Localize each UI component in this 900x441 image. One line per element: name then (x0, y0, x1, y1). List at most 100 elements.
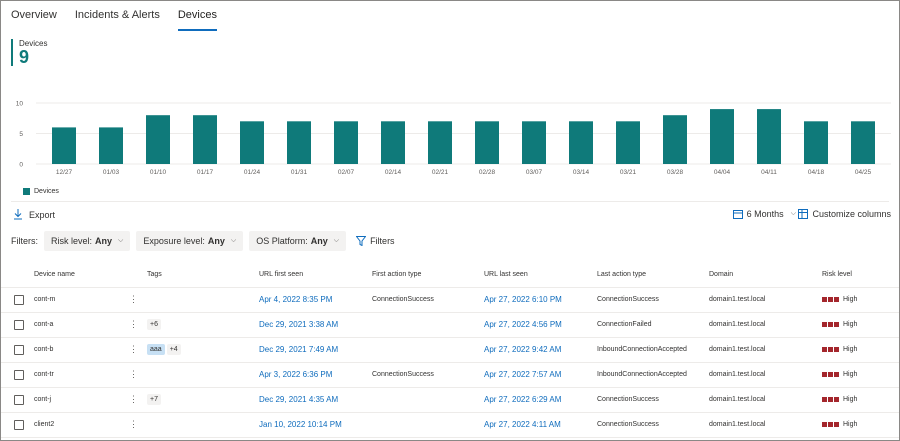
chip-value: Any (207, 236, 225, 246)
header-last-action-type[interactable]: Last action type (597, 263, 709, 288)
bar[interactable] (475, 121, 499, 164)
url-last-seen-link[interactable]: Apr 27, 2022 7:57 AM (484, 370, 561, 379)
row-checkbox[interactable] (14, 319, 24, 330)
device-name[interactable]: cont-tr (34, 371, 54, 378)
device-name[interactable]: cont-m (34, 296, 55, 303)
url-first-seen-cell: Dec 29, 2021 7:49 AM (259, 337, 372, 363)
url-last-seen-link[interactable]: Apr 27, 2022 6:29 AM (484, 395, 561, 404)
filter-chip-os-platform[interactable]: OS Platform: Any ⌵ (249, 231, 347, 251)
url-first-seen-link[interactable]: Dec 29, 2021 7:49 AM (259, 345, 338, 354)
more-actions-icon[interactable]: ⋮ (129, 419, 138, 429)
divider (11, 201, 889, 202)
last-action-type-cell: ConnectionFailed (597, 312, 709, 338)
table-row[interactable]: cont-tr ⋮ Apr 3, 2022 6:36 PM ConnectionSuc… (1, 362, 899, 388)
x-tick-label: 03/28 (667, 169, 684, 176)
more-actions-icon[interactable]: ⋮ (129, 294, 138, 304)
device-name-cell: cont-a (34, 312, 129, 338)
risk-bars-icon (822, 321, 839, 327)
url-first-seen-link[interactable]: Apr 3, 2022 6:36 PM (259, 370, 332, 379)
url-last-seen-link[interactable]: Apr 27, 2022 9:42 AM (484, 345, 561, 354)
filters-button[interactable]: Filters (356, 236, 395, 246)
bar[interactable] (804, 121, 828, 164)
bar[interactable] (99, 127, 123, 164)
table-row[interactable]: cont-b ⋮ aaa +4 Dec 29, 2021 7:49 AM Apr 27, … (1, 337, 899, 363)
url-first-seen-link[interactable]: Apr 4, 2022 8:35 PM (259, 295, 332, 304)
export-button[interactable]: Export (13, 209, 55, 220)
header-url-first-seen[interactable]: URL first seen (259, 263, 372, 288)
header-device-name[interactable]: Device name (34, 263, 129, 288)
table-row[interactable]: cont-j ⋮ +7 Dec 29, 2021 4:35 AM Apr 27, 202… (1, 387, 899, 413)
columns-icon (798, 209, 809, 219)
y-tick-label: 5 (19, 131, 23, 138)
bar[interactable] (757, 109, 781, 164)
tag-chip[interactable]: +4 (166, 344, 181, 355)
filter-chip-exposure-level[interactable]: Exposure level: Any ⌵ (136, 231, 244, 251)
x-tick-label: 04/18 (808, 169, 825, 176)
risk-level-label: High (843, 420, 858, 428)
device-name[interactable]: cont-b (34, 346, 53, 353)
header-domain[interactable]: Domain (709, 263, 822, 288)
bar[interactable] (240, 121, 264, 164)
device-name[interactable]: client2 (34, 421, 54, 428)
filter-chip-risk-level[interactable]: Risk level: Any ⌵ (44, 231, 131, 251)
row-checkbox[interactable] (14, 369, 24, 380)
url-last-seen-link[interactable]: Apr 27, 2022 4:11 AM (484, 420, 561, 429)
table-row[interactable]: cont-m ⋮ Apr 4, 2022 8:35 PM ConnectionSucc… (1, 287, 899, 313)
header-risk-level[interactable]: Risk level (822, 263, 899, 288)
tags-cell: aaa +4 (147, 337, 259, 363)
bar[interactable] (569, 121, 593, 164)
url-last-seen-link[interactable]: Apr 27, 2022 4:56 PM (484, 320, 562, 329)
legend-swatch (23, 188, 30, 195)
device-name[interactable]: cont-j (34, 396, 51, 403)
tag-chip[interactable]: aaa (147, 344, 165, 355)
tab-devices[interactable]: Devices (177, 9, 217, 31)
row-checkbox-cell (1, 287, 34, 313)
risk-level-cell: High (822, 362, 899, 388)
url-first-seen-link[interactable]: Dec 29, 2021 4:35 AM (259, 395, 338, 404)
device-name-cell: cont-j (34, 387, 129, 413)
bar[interactable] (287, 121, 311, 164)
x-tick-label: 01/17 (197, 169, 214, 176)
url-last-seen-link[interactable]: Apr 27, 2022 6:10 PM (484, 295, 562, 304)
row-checkbox[interactable] (14, 294, 24, 305)
bar[interactable] (381, 121, 405, 164)
y-tick-label: 0 (19, 162, 23, 169)
time-range-dropdown[interactable]: 6 Months ⌵ (732, 209, 796, 219)
header-url-last-seen[interactable]: URL last seen (484, 263, 597, 288)
customize-columns-button[interactable]: Customize columns (798, 209, 891, 219)
tab-incidents-alerts[interactable]: Incidents & Alerts (75, 9, 160, 31)
url-first-seen-link[interactable]: Jan 10, 2022 10:14 PM (259, 420, 342, 429)
table-row[interactable]: client2 ⋮ Jan 10, 2022 10:14 PM Apr 27, 202… (1, 412, 899, 438)
bar[interactable] (616, 121, 640, 164)
bar[interactable] (851, 121, 875, 164)
bar[interactable] (52, 127, 76, 164)
x-tick-label: 12/27 (56, 169, 73, 176)
bar[interactable] (193, 115, 217, 164)
device-name[interactable]: cont-a (34, 321, 53, 328)
tab-overview[interactable]: Overview (11, 9, 57, 31)
more-actions-icon[interactable]: ⋮ (129, 319, 138, 329)
bar[interactable] (522, 121, 546, 164)
tag-chip[interactable]: +7 (147, 394, 161, 405)
url-first-seen-link[interactable]: Dec 29, 2021 3:38 AM (259, 320, 338, 329)
row-checkbox-cell (1, 412, 34, 438)
bar[interactable] (146, 115, 170, 164)
row-checkbox[interactable] (14, 344, 24, 355)
tag-chip[interactable]: +6 (147, 319, 161, 330)
more-actions-icon[interactable]: ⋮ (129, 369, 138, 379)
row-checkbox-cell (1, 312, 34, 338)
header-tags[interactable]: Tags (147, 263, 259, 288)
more-actions-icon[interactable]: ⋮ (129, 394, 138, 404)
x-tick-label: 01/03 (103, 169, 120, 176)
bar[interactable] (334, 121, 358, 164)
row-checkbox[interactable] (14, 419, 24, 430)
row-checkbox[interactable] (14, 394, 24, 405)
header-first-action-type[interactable]: First action type (372, 263, 484, 288)
x-tick-label: 02/28 (479, 169, 496, 176)
more-actions-icon[interactable]: ⋮ (129, 344, 138, 354)
row-actions-cell: ⋮ (129, 337, 147, 363)
table-row[interactable]: cont-a ⋮ +6 Dec 29, 2021 3:38 AM Apr 27, 202… (1, 312, 899, 338)
bar[interactable] (663, 115, 687, 164)
bar[interactable] (428, 121, 452, 164)
bar[interactable] (710, 109, 734, 164)
